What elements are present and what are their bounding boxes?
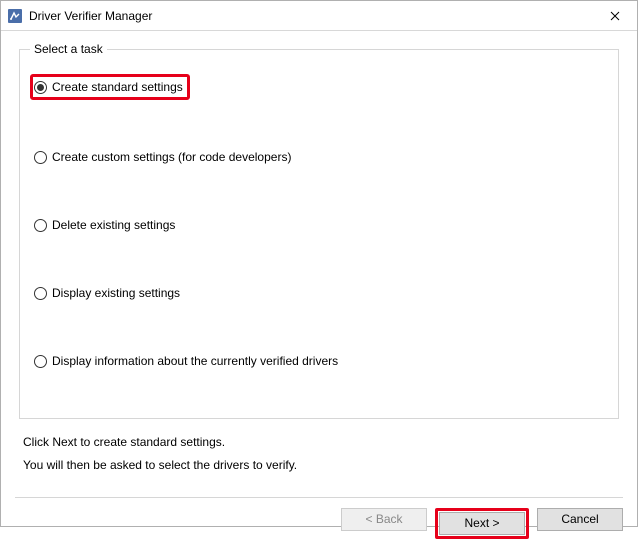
app-icon [7, 8, 23, 24]
wizard-buttons: < Back Next > Cancel [15, 497, 623, 539]
radio-option-display-info[interactable]: Display information about the currently … [34, 352, 604, 370]
close-button[interactable] [592, 1, 637, 31]
content-area: Select a task Create standard settings C… [1, 31, 637, 479]
radio-label: Delete existing settings [52, 218, 175, 232]
window-title: Driver Verifier Manager [29, 9, 592, 23]
radio-icon [34, 219, 47, 232]
back-button: < Back [341, 508, 427, 531]
radio-icon [34, 287, 47, 300]
radio-icon [34, 355, 47, 368]
next-button[interactable]: Next > [439, 512, 525, 535]
groupbox-label: Select a task [30, 42, 107, 56]
cancel-button[interactable]: Cancel [537, 508, 623, 531]
hint-line-2: You will then be asked to select the dri… [23, 454, 615, 477]
radio-option-create-custom[interactable]: Create custom settings (for code develop… [34, 148, 604, 166]
radio-option-create-standard[interactable]: Create standard settings [34, 78, 183, 96]
highlight-option-0: Create standard settings [30, 74, 190, 100]
radio-icon [34, 151, 47, 164]
radio-label: Display existing settings [52, 286, 180, 300]
highlight-next: Next > [435, 508, 529, 539]
radio-label: Create custom settings (for code develop… [52, 150, 291, 164]
hint-text: Click Next to create standard settings. … [19, 429, 619, 479]
radio-option-display-existing[interactable]: Display existing settings [34, 284, 604, 302]
hint-line-1: Click Next to create standard settings. [23, 431, 615, 454]
task-groupbox: Select a task Create standard settings C… [19, 49, 619, 419]
radio-label: Create standard settings [52, 80, 183, 94]
radio-icon [34, 81, 47, 94]
radio-option-delete-existing[interactable]: Delete existing settings [34, 216, 604, 234]
radio-label: Display information about the currently … [52, 354, 338, 368]
title-bar: Driver Verifier Manager [1, 1, 637, 31]
